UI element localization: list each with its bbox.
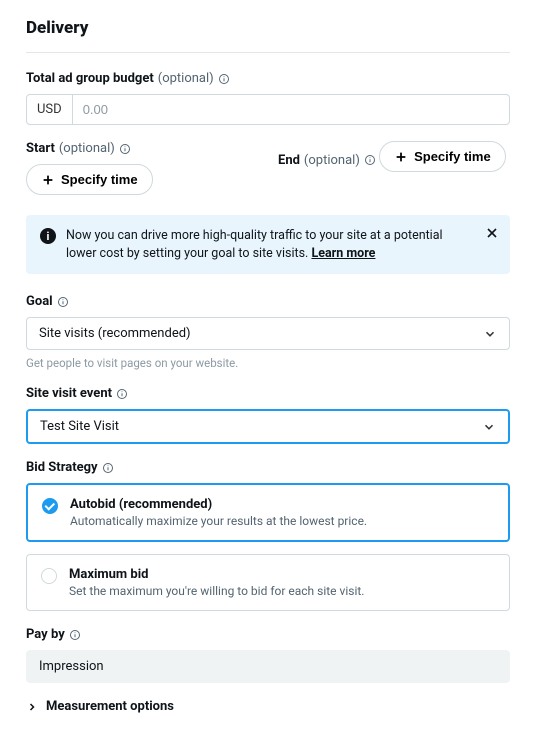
budget-input[interactable] xyxy=(73,94,510,125)
pay-by-label: Pay by xyxy=(26,627,81,642)
radio-unselected-icon xyxy=(41,568,57,584)
chevron-right-icon xyxy=(26,701,38,713)
start-specify-label: Specify time xyxy=(61,172,138,187)
goal-label-text: Goal xyxy=(26,294,53,309)
budget-label-text: Total ad group budget xyxy=(26,71,154,86)
goal-select-value: Site visits (recommended) xyxy=(39,326,191,341)
pay-by-label-text: Pay by xyxy=(26,627,65,642)
bid-strategy-autobid[interactable]: Autobid (recommended) Automatically maxi… xyxy=(26,483,510,542)
measurement-label: Measurement options xyxy=(46,699,174,714)
site-visit-event-select[interactable]: Test Site Visit xyxy=(26,409,510,444)
pay-by-value: Impression xyxy=(26,650,510,683)
radio-selected-icon xyxy=(42,498,58,514)
info-icon[interactable] xyxy=(57,296,69,308)
goal-label: Goal xyxy=(26,294,69,309)
end-optional: (optional) xyxy=(304,153,360,168)
start-specify-button[interactable]: Specify time xyxy=(26,164,153,195)
currency-box[interactable]: USD xyxy=(26,94,73,125)
close-icon[interactable] xyxy=(484,225,500,241)
learn-more-link[interactable]: Learn more xyxy=(311,246,375,261)
page-title: Delivery xyxy=(26,18,510,38)
measurement-options-toggle[interactable]: Measurement options xyxy=(26,699,510,714)
info-icon[interactable] xyxy=(364,154,376,166)
info-icon[interactable] xyxy=(218,73,230,85)
maxbid-title: Maximum bid xyxy=(69,567,364,582)
end-specify-button[interactable]: Specify time xyxy=(379,141,506,172)
start-label-text: Start xyxy=(26,141,55,156)
chevron-down-icon xyxy=(483,327,497,341)
start-label: Start (optional) xyxy=(26,141,131,156)
banner-text: Now you can drive more high-quality traf… xyxy=(66,227,496,262)
plus-icon xyxy=(41,173,55,187)
info-icon[interactable] xyxy=(69,629,81,641)
info-icon[interactable] xyxy=(116,388,128,400)
divider xyxy=(26,52,510,53)
info-icon[interactable] xyxy=(102,462,114,474)
info-icon[interactable] xyxy=(119,143,131,155)
end-label: End (optional) xyxy=(278,153,376,168)
info-banner: i Now you can drive more high-quality tr… xyxy=(26,215,510,274)
autobid-title: Autobid (recommended) xyxy=(70,497,367,512)
plus-icon xyxy=(394,150,408,164)
budget-label: Total ad group budget (optional) xyxy=(26,71,230,86)
start-optional: (optional) xyxy=(59,141,115,156)
bid-strategy-maxbid[interactable]: Maximum bid Set the maximum you're willi… xyxy=(26,554,510,611)
bid-strategy-label-text: Bid Strategy xyxy=(26,460,98,475)
maxbid-sub: Set the maximum you're willing to bid fo… xyxy=(69,584,364,598)
chevron-down-icon xyxy=(482,420,496,434)
site-visit-event-value: Test Site Visit xyxy=(40,419,119,434)
autobid-sub: Automatically maximize your results at t… xyxy=(70,514,367,528)
banner-text-content: Now you can drive more high-quality traf… xyxy=(66,228,443,261)
budget-optional: (optional) xyxy=(158,71,214,86)
goal-helper: Get people to visit pages on your websit… xyxy=(26,356,510,370)
end-specify-label: Specify time xyxy=(414,149,491,164)
end-label-text: End xyxy=(278,153,300,168)
site-visit-event-label: Site visit event xyxy=(26,386,128,401)
site-visit-event-label-text: Site visit event xyxy=(26,386,112,401)
bid-strategy-label: Bid Strategy xyxy=(26,460,114,475)
goal-select[interactable]: Site visits (recommended) xyxy=(26,317,510,350)
info-badge-icon: i xyxy=(40,228,56,244)
